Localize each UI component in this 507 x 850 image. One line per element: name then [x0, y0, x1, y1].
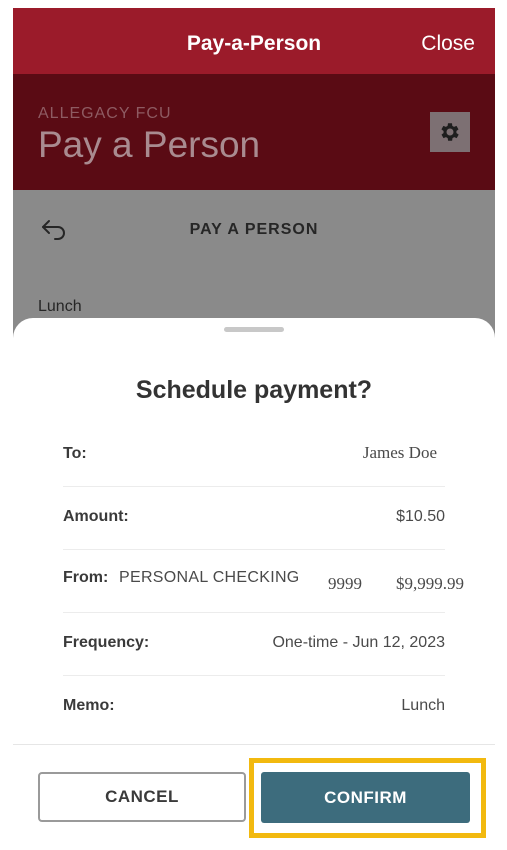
brand-page-title: Pay a Person	[38, 124, 261, 165]
to-value: James Doe	[362, 443, 437, 462]
detail-row-to: To: James Doe	[63, 423, 445, 487]
memo-preview: Lunch	[38, 298, 82, 315]
gear-icon	[441, 123, 459, 141]
confirm-button[interactable]: CONFIRM	[261, 772, 470, 823]
app-frame: Pay-a-Person Close ALLEGACY FCU Pay a Pe…	[13, 8, 495, 850]
from-account-number: 9999	[328, 574, 362, 593]
from-account-name: PERSONAL CHECKING	[119, 569, 300, 586]
brand-header: ALLEGACY FCU Pay a Person	[13, 74, 495, 190]
top-nav-bar: Pay-a-Person Close	[13, 8, 495, 74]
memo-label: Memo:	[63, 697, 115, 714]
page-section-title: PAY A PERSON	[189, 221, 319, 238]
detail-row-frequency: Frequency: One-time - Jun 12, 2023	[63, 612, 445, 676]
institution-name: ALLEGACY FCU	[38, 105, 172, 122]
detail-row-memo: Memo: Lunch	[63, 675, 445, 738]
drag-handle[interactable]	[224, 327, 284, 332]
from-account-balance: $9,999.99	[396, 574, 464, 593]
from-label: From:	[63, 569, 109, 586]
action-divider	[13, 744, 495, 745]
amount-label: Amount:	[63, 508, 129, 525]
close-button[interactable]: Close	[421, 32, 475, 56]
detail-row-amount: Amount: $10.50	[63, 486, 445, 550]
cancel-button[interactable]: CANCEL	[38, 772, 246, 822]
amount-value: $10.50	[396, 508, 445, 525]
frequency-value: One-time - Jun 12, 2023	[272, 634, 445, 651]
frequency-label: Frequency:	[63, 634, 150, 651]
detail-row-from: From: PERSONAL CHECKING 9999 $9,999.99	[63, 549, 464, 613]
to-label: To:	[63, 445, 87, 462]
memo-value: Lunch	[401, 697, 445, 714]
settings-button[interactable]	[430, 112, 470, 152]
sheet-title: Schedule payment?	[135, 376, 373, 404]
